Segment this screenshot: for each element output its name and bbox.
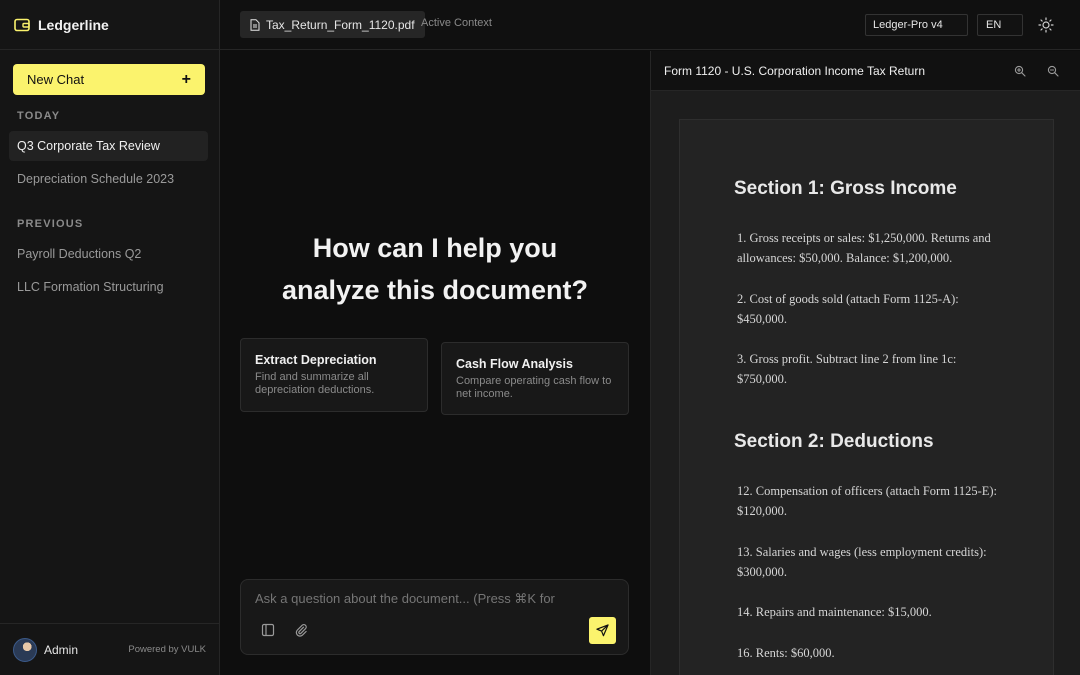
sidebar-item-depreciation-schedule[interactable]: Depreciation Schedule 2023: [9, 164, 208, 194]
powered-by-text: Powered by VULK: [128, 644, 206, 655]
panel-icon[interactable]: [261, 623, 275, 637]
avatar[interactable]: [13, 637, 37, 662]
sidebar-item-q3-corporate-tax-review[interactable]: Q3 Corporate Tax Review: [9, 131, 208, 161]
hero-heading: How can I help you analyze this document…: [220, 227, 650, 311]
file-name: Tax_Return_Form_1120.pdf: [266, 17, 415, 32]
send-icon: [596, 624, 609, 637]
hero-line-1: How can I help you: [312, 233, 558, 263]
document-line: 14. Repairs and maintenance: $15,000.: [737, 605, 932, 619]
model-select[interactable]: Ledger-Pro v4: [865, 14, 968, 36]
section-label-previous: PREVIOUS: [17, 218, 84, 230]
paperclip-icon[interactable]: [294, 623, 308, 637]
document-title: Form 1120 - U.S. Corporation Income Tax …: [664, 63, 925, 78]
chat-composer: [240, 579, 629, 655]
sidebar-item-payroll-deductions[interactable]: Payroll Deductions Q2: [9, 239, 208, 269]
zoom-in-icon[interactable]: [1014, 65, 1026, 77]
app-name: Ledgerline: [38, 16, 109, 33]
document-page: Section 1: Gross Income 1. Gross receipt…: [679, 119, 1054, 675]
new-chat-button[interactable]: New Chat +: [13, 64, 205, 95]
document-panel: Form 1120 - U.S. Corporation Income Tax …: [650, 51, 1080, 675]
document-header: Form 1120 - U.S. Corporation Income Tax …: [651, 51, 1080, 91]
suggestion-desc: Compare operating cash flow to net incom…: [456, 375, 612, 400]
section-label-today: TODAY: [17, 110, 61, 122]
active-file-chip[interactable]: Tax_Return_Form_1120.pdf: [240, 11, 425, 38]
hero-line-2: analyze this document?: [281, 275, 589, 305]
section-heading-gross-income: Section 1: Gross Income: [734, 178, 957, 199]
sidebar: Ledgerline New Chat + TODAY Q3 Corporate…: [0, 0, 220, 675]
section-heading-deductions: Section 2: Deductions: [734, 431, 934, 452]
zoom-out-icon[interactable]: [1047, 65, 1059, 77]
send-button[interactable]: [589, 617, 616, 644]
sidebar-footer: Admin Powered by VULK: [0, 623, 219, 675]
suggestion-desc: Find and summarize all depreciation dedu…: [255, 371, 375, 396]
active-context-label: Active Context: [421, 17, 492, 29]
sun-icon[interactable]: [1038, 17, 1054, 33]
document-line: 1. Gross receipts or sales: $1,250,000. …: [737, 231, 991, 265]
suggestion-card-extract-depreciation[interactable]: Extract Depreciation Find and summarize …: [240, 338, 428, 412]
new-chat-label: New Chat: [27, 72, 85, 87]
document-line: 12. Compensation of officers (attach For…: [737, 484, 998, 518]
document-line: 16. Rents: $60,000.: [737, 646, 835, 660]
user-name[interactable]: Admin: [44, 643, 78, 657]
file-icon: [250, 18, 260, 31]
suggestion-title: Extract Depreciation: [255, 353, 377, 367]
document-line: 2. Cost of goods sold (attach Form 1125-…: [737, 292, 959, 326]
chat-input[interactable]: [255, 591, 595, 606]
suggestion-title: Cash Flow Analysis: [456, 357, 573, 371]
document-line: 3. Gross profit. Subtract line 2 from li…: [737, 352, 957, 386]
brand[interactable]: Ledgerline: [0, 0, 219, 50]
chat-area: How can I help you analyze this document…: [220, 51, 650, 675]
plus-icon: +: [181, 70, 191, 88]
wallet-icon: [14, 18, 30, 31]
suggestion-card-cash-flow-analysis[interactable]: Cash Flow Analysis Compare operating cas…: [441, 342, 629, 415]
top-bar: Tax_Return_Form_1120.pdf Active Context …: [220, 0, 1080, 50]
document-line: 13. Salaries and wages (less employment …: [737, 545, 987, 579]
language-select[interactable]: EN: [977, 14, 1023, 36]
sidebar-item-llc-formation[interactable]: LLC Formation Structuring: [9, 272, 208, 302]
